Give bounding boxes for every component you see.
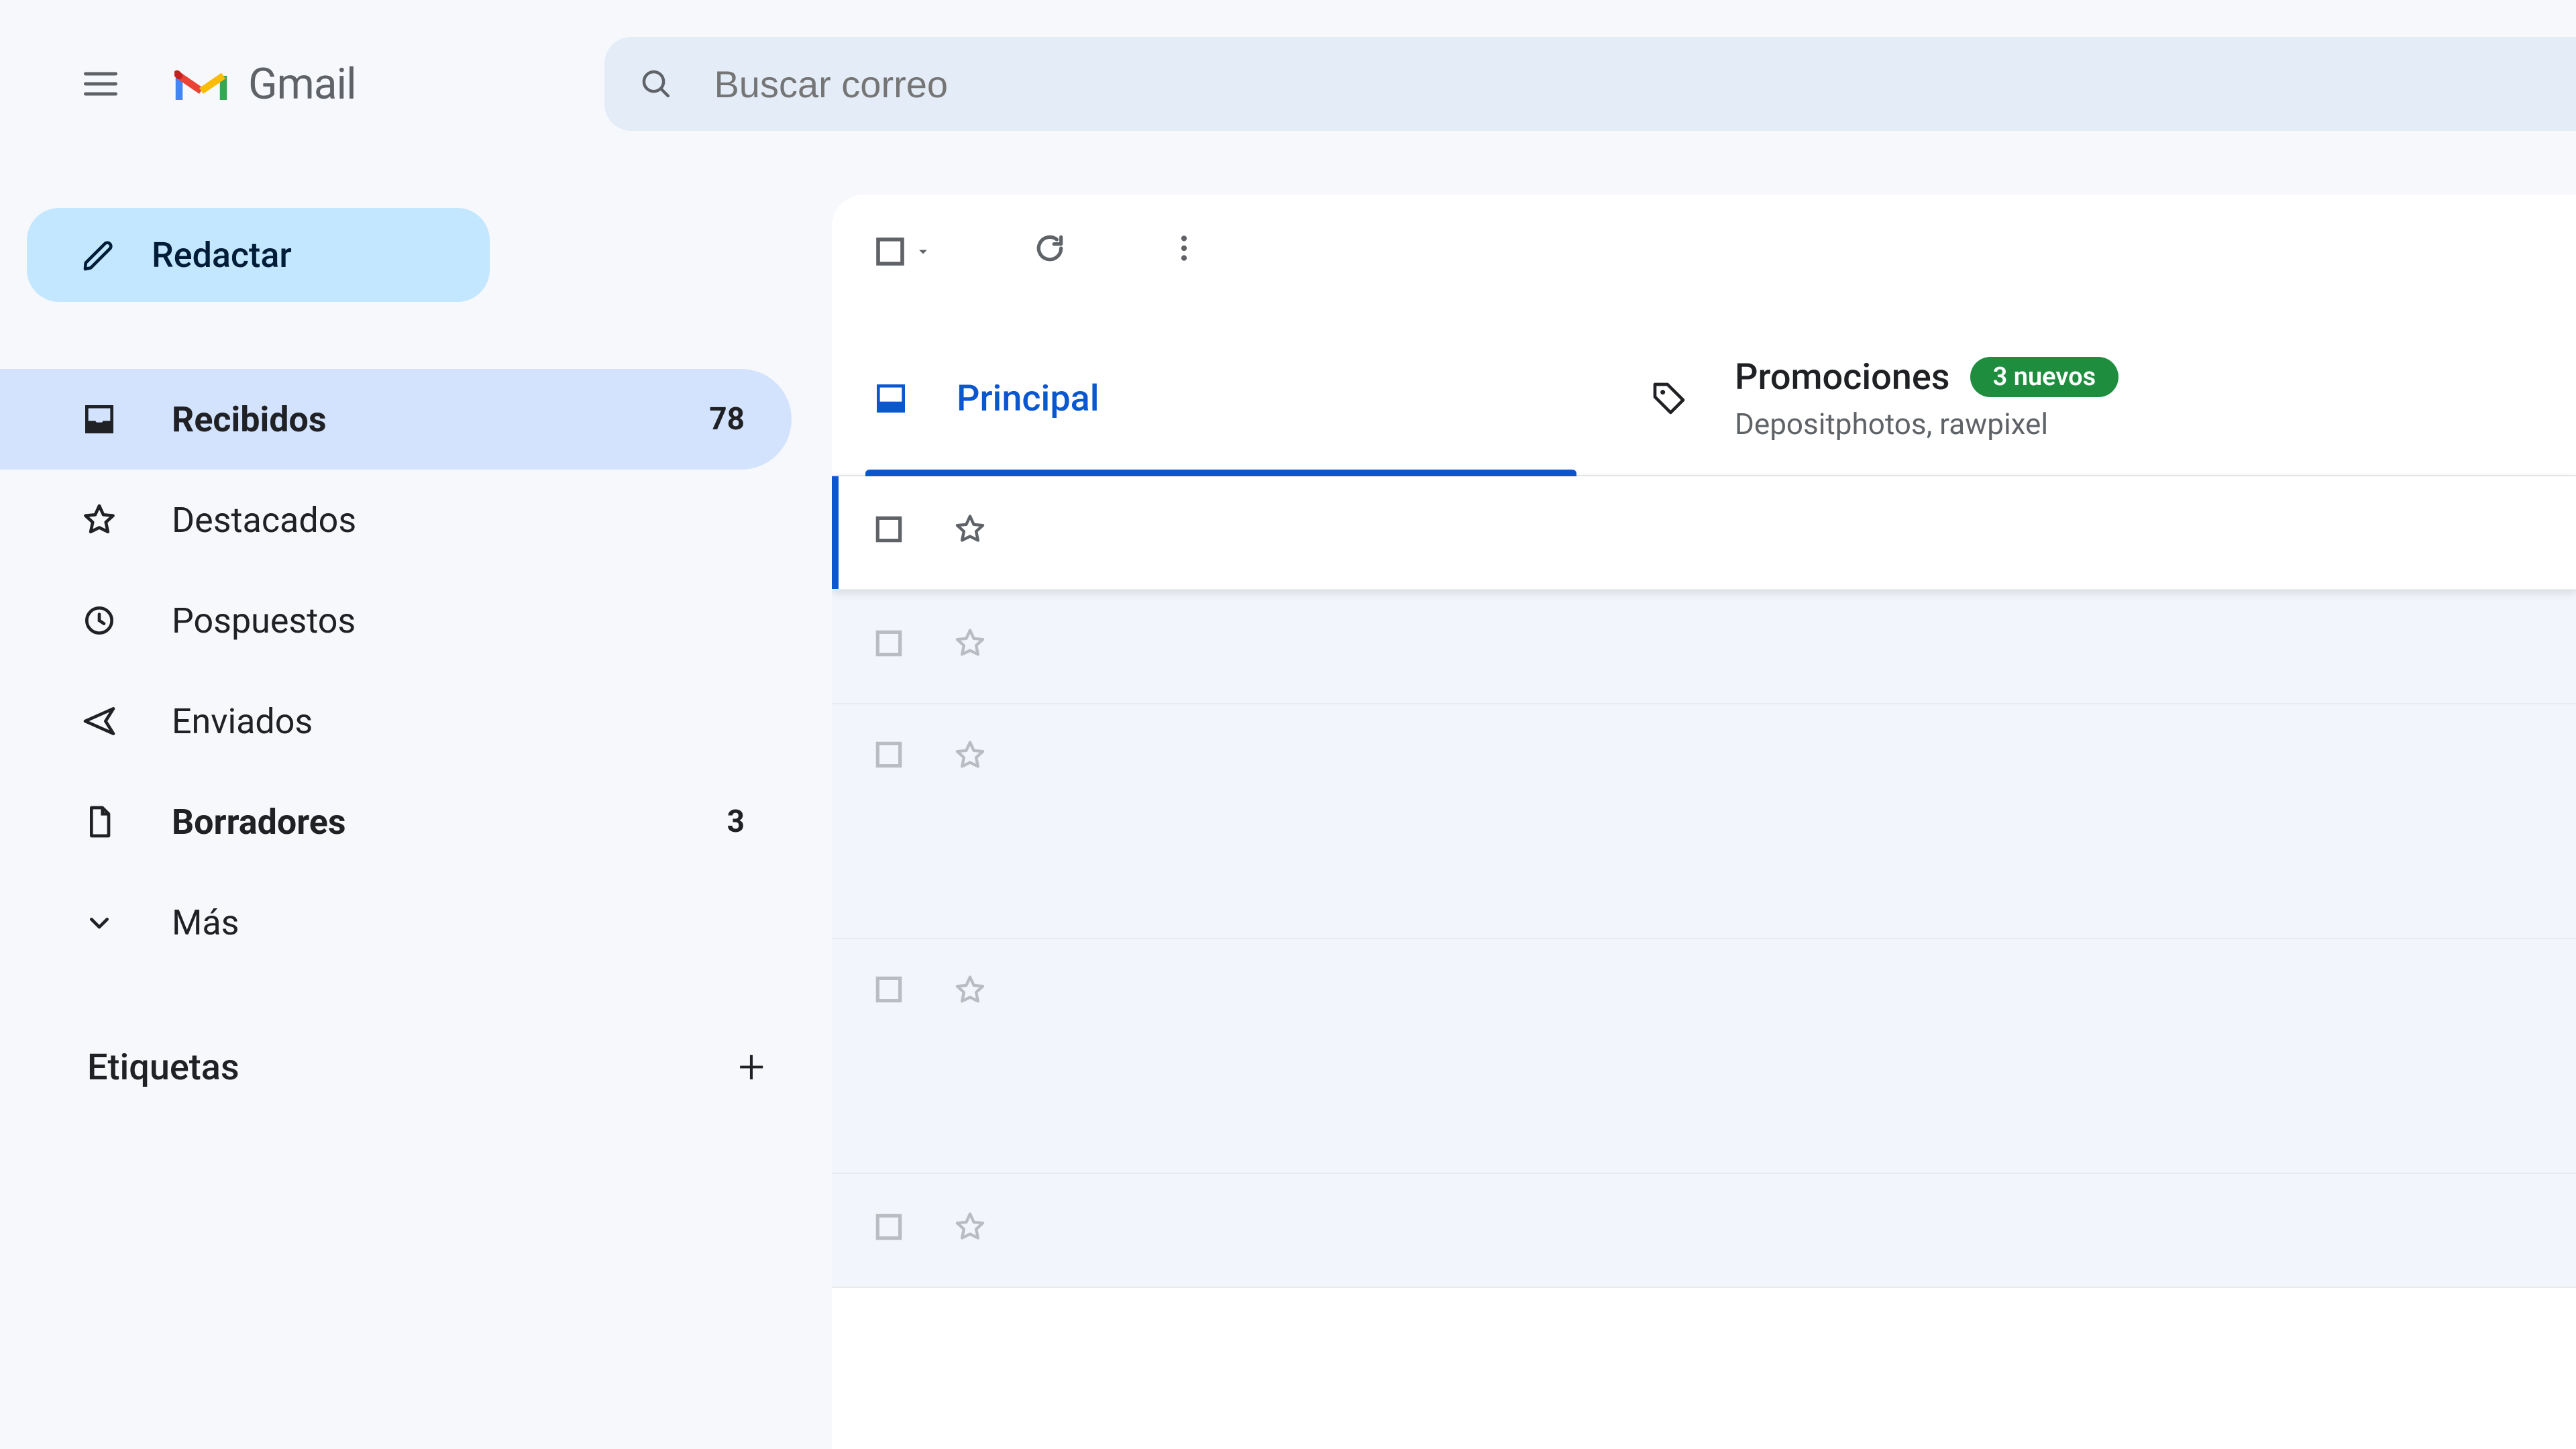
app-header: Gmail xyxy=(0,0,2576,168)
more-button[interactable] xyxy=(1167,231,1201,272)
search-input[interactable] xyxy=(714,62,2576,106)
send-icon xyxy=(80,702,118,740)
add-label-button[interactable]: + xyxy=(738,1040,765,1095)
sidebar-item-inbox[interactable]: Recibidos 78 xyxy=(0,369,792,470)
main-menu-button[interactable] xyxy=(74,57,127,111)
checkbox-icon xyxy=(872,513,906,546)
labels-section-header: Etiquetas + xyxy=(0,1040,832,1095)
mail-row[interactable] xyxy=(832,476,2576,590)
star-icon xyxy=(80,501,118,539)
sidebar-item-label: Recibidos xyxy=(172,399,327,440)
logo[interactable]: Gmail xyxy=(174,59,356,109)
sidebar-item-count: 3 xyxy=(727,804,745,840)
tab-promotions[interactable]: Promociones 3 nuevos Depositphotos, rawp… xyxy=(1610,322,2388,475)
checkbox-icon xyxy=(872,973,906,1006)
pencil-icon xyxy=(80,236,118,274)
compose-label: Redactar xyxy=(152,235,292,276)
mail-list xyxy=(832,476,2576,1449)
tab-label: Principal xyxy=(957,378,1099,420)
checkbox-icon xyxy=(872,233,908,270)
tag-icon xyxy=(1650,380,1688,417)
sidebar-item-label: Enviados xyxy=(172,701,313,742)
compose-button[interactable]: Redactar xyxy=(27,208,490,302)
row-checkbox[interactable] xyxy=(872,513,906,553)
tab-content: Promociones 3 nuevos Depositphotos, rawp… xyxy=(1735,356,2118,441)
sidebar-item-drafts[interactable]: Borradores 3 xyxy=(0,771,792,872)
sidebar: Redactar Recibidos 78 Destacados Pospues… xyxy=(0,168,832,1449)
main-panel: Principal Promociones 3 nuevos Depositph… xyxy=(832,195,2576,1449)
star-icon xyxy=(953,512,987,547)
row-checkbox[interactable] xyxy=(872,738,906,778)
app-name: Gmail xyxy=(248,59,356,109)
star-icon xyxy=(953,973,987,1008)
sidebar-item-count: 78 xyxy=(709,401,745,437)
sidebar-item-sent[interactable]: Enviados xyxy=(0,671,792,771)
labels-heading: Etiquetas xyxy=(87,1046,239,1089)
sidebar-item-label: Borradores xyxy=(172,802,346,843)
mail-row[interactable] xyxy=(832,1174,2576,1288)
row-star[interactable] xyxy=(953,512,987,553)
sidebar-item-starred[interactable]: Destacados xyxy=(0,470,792,570)
row-checkbox[interactable] xyxy=(872,1210,906,1250)
chevron-down-icon xyxy=(80,904,118,941)
inbox-icon xyxy=(80,400,118,438)
sidebar-item-label: Más xyxy=(172,902,239,943)
tab-subtitle: Depositphotos, rawpixel xyxy=(1735,407,2118,441)
sidebar-item-label: Destacados xyxy=(172,500,356,541)
star-icon xyxy=(953,738,987,773)
category-tabs: Principal Promociones 3 nuevos Depositph… xyxy=(832,322,2576,476)
checkbox-icon xyxy=(872,627,906,660)
row-checkbox[interactable] xyxy=(872,627,906,667)
sidebar-item-snoozed[interactable]: Pospuestos xyxy=(0,570,792,671)
sidebar-item-more[interactable]: Más xyxy=(0,872,792,973)
sidebar-nav: Recibidos 78 Destacados Pospuestos Envia… xyxy=(0,369,832,973)
row-star[interactable] xyxy=(953,1210,987,1251)
refresh-button[interactable] xyxy=(1033,231,1067,272)
sidebar-item-label: Pospuestos xyxy=(172,600,356,641)
refresh-icon xyxy=(1033,231,1067,265)
hamburger-icon xyxy=(80,64,121,104)
mail-row[interactable] xyxy=(832,590,2576,704)
select-all-checkbox[interactable] xyxy=(872,233,932,270)
star-icon xyxy=(953,626,987,661)
more-vertical-icon xyxy=(1167,231,1201,265)
caret-down-icon xyxy=(914,242,932,261)
file-icon xyxy=(80,803,118,841)
tab-primary[interactable]: Principal xyxy=(832,322,1610,475)
search-bar[interactable] xyxy=(604,37,2576,131)
checkbox-icon xyxy=(872,738,906,771)
row-star[interactable] xyxy=(953,626,987,667)
mail-row[interactable] xyxy=(832,704,2576,939)
mail-row[interactable] xyxy=(832,939,2576,1174)
search-icon xyxy=(638,65,674,103)
row-star[interactable] xyxy=(953,738,987,780)
row-checkbox[interactable] xyxy=(872,973,906,1013)
new-badge: 3 nuevos xyxy=(1970,357,2119,397)
clock-icon xyxy=(80,602,118,639)
toolbar xyxy=(832,195,2576,309)
star-icon xyxy=(953,1210,987,1244)
gmail-logo-icon xyxy=(174,64,228,104)
row-star[interactable] xyxy=(953,973,987,1014)
inbox-icon xyxy=(872,380,910,417)
checkbox-icon xyxy=(872,1210,906,1244)
tab-label: Promociones xyxy=(1735,356,1950,398)
